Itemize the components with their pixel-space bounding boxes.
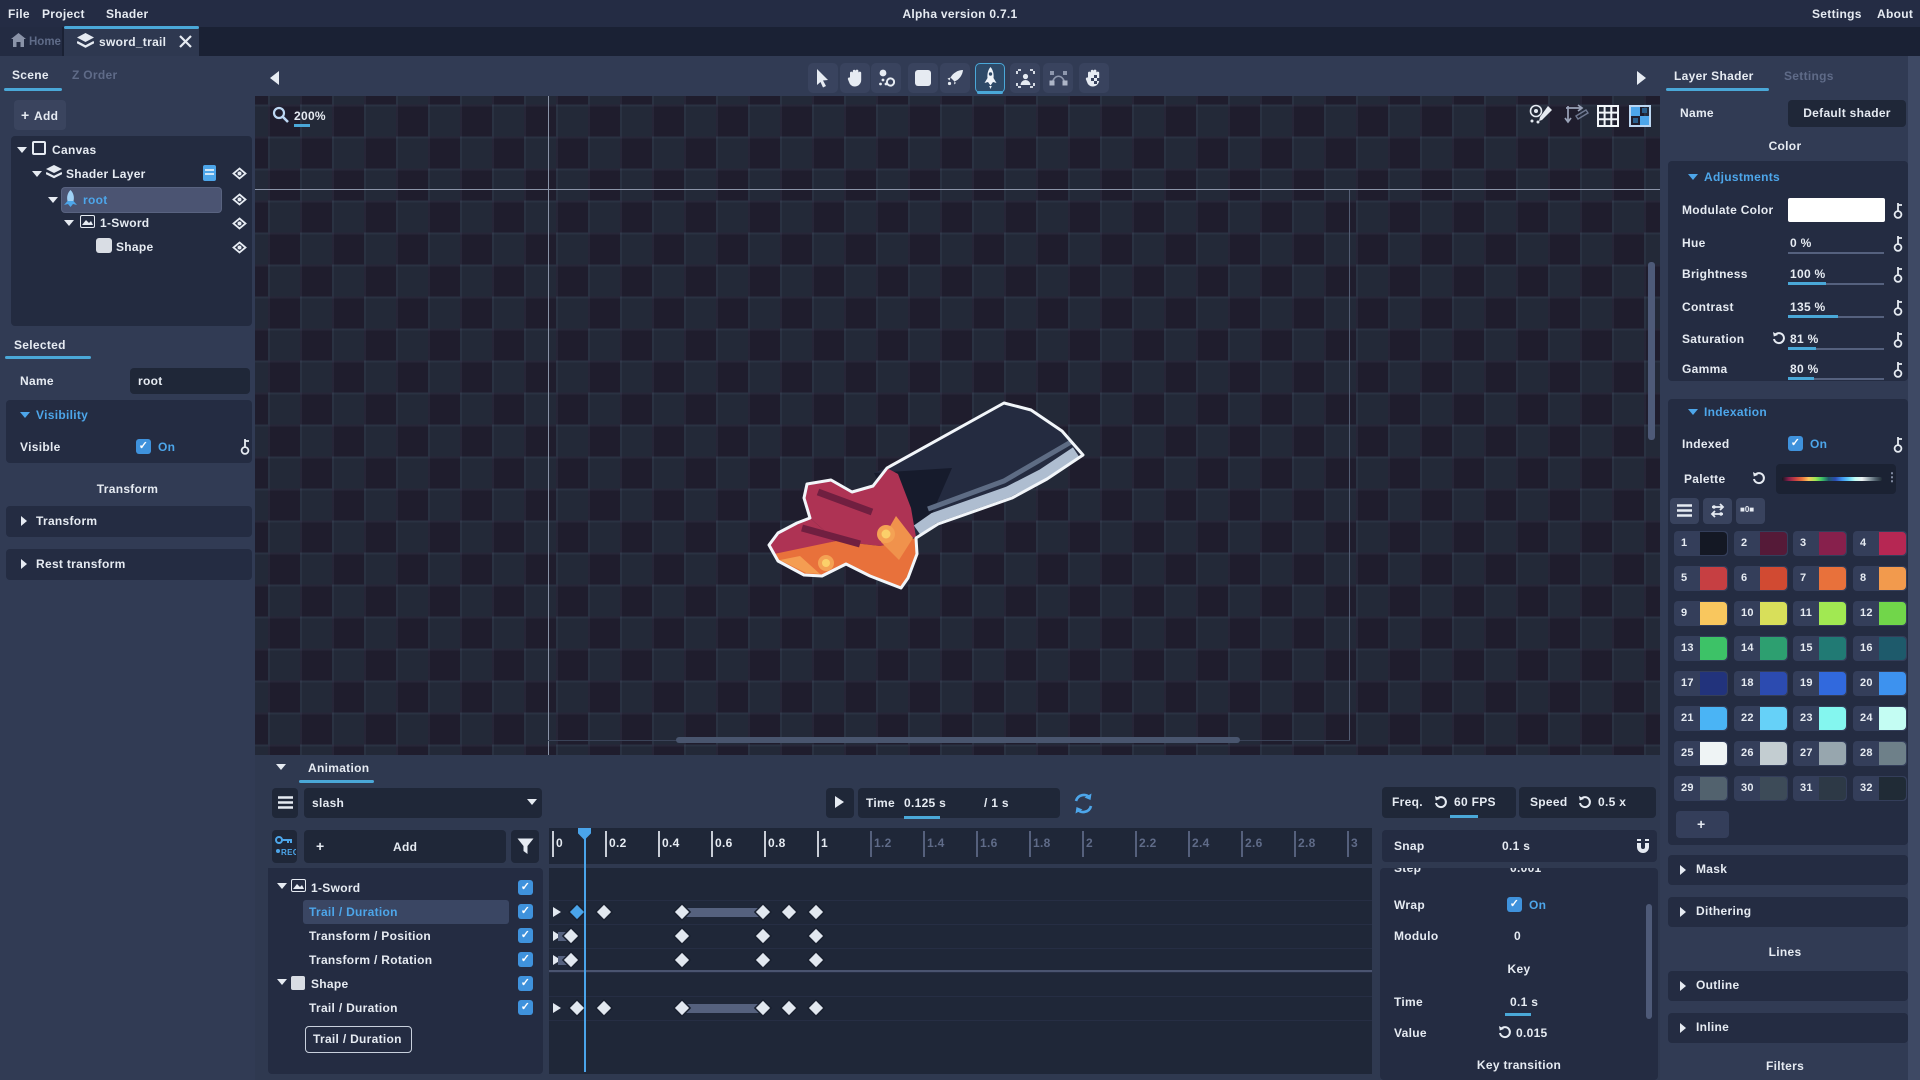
svg-text:REC: REC: [281, 848, 296, 857]
